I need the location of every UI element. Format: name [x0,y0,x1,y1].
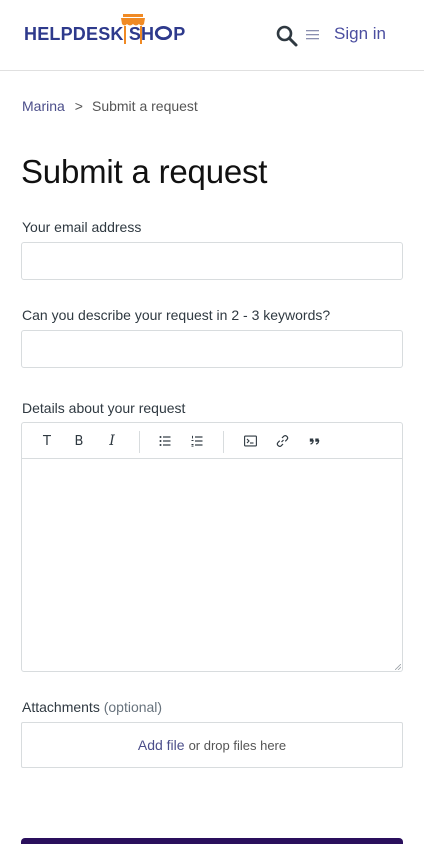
site-header: HELPDESK SH P Sign in [0,0,424,71]
optional-note: (optional) [103,699,163,715]
shop-awning-icon [121,14,145,44]
code-block-icon[interactable] [244,432,257,450]
bold-button[interactable]: B [73,432,85,450]
editor-toolbar: T B I [22,423,402,459]
logo-o-ring [154,25,173,40]
keywords-label: Can you describe your request in 2 - 3 k… [22,307,331,323]
drop-files-text: or drop files here [188,737,287,753]
breadcrumb-separator: > [74,98,83,114]
toolbar-divider [223,431,224,453]
sign-in-link[interactable]: Sign in [334,24,386,44]
breadcrumb-item-current: Submit a request [91,98,198,114]
file-dropzone[interactable]: Add file or drop files here [21,722,403,768]
email-field[interactable] [21,242,403,280]
italic-button[interactable]: I [107,432,117,450]
hamburger-menu-icon[interactable] [306,29,319,40]
details-textarea[interactable] [22,459,402,671]
details-label: Details about your request [22,400,186,416]
text-format-button[interactable]: T [42,432,52,450]
attachments-label: Attachments (optional) [22,699,163,715]
toolbar-divider [139,431,140,453]
keywords-field[interactable] [21,330,403,368]
page-title: Submit a request [21,153,268,190]
logo-text: HELPDESK SH P [24,24,186,44]
submit-button[interactable] [21,838,403,844]
quote-icon[interactable] [309,432,320,450]
details-editor: T B I [21,422,403,672]
resize-handle-icon[interactable] [395,664,401,670]
helpdesk-shop-logo[interactable]: HELPDESK SH P [24,14,185,48]
add-file-link[interactable]: Add file [138,737,185,753]
numbered-list-icon[interactable] [191,432,203,450]
breadcrumb: Marina > Submit a request [22,98,198,114]
breadcrumb-item-marina[interactable]: Marina [22,98,65,114]
email-label: Your email address [22,219,142,235]
search-icon[interactable] [275,24,299,48]
bulleted-list-icon[interactable] [159,432,171,450]
link-icon[interactable] [276,432,289,450]
